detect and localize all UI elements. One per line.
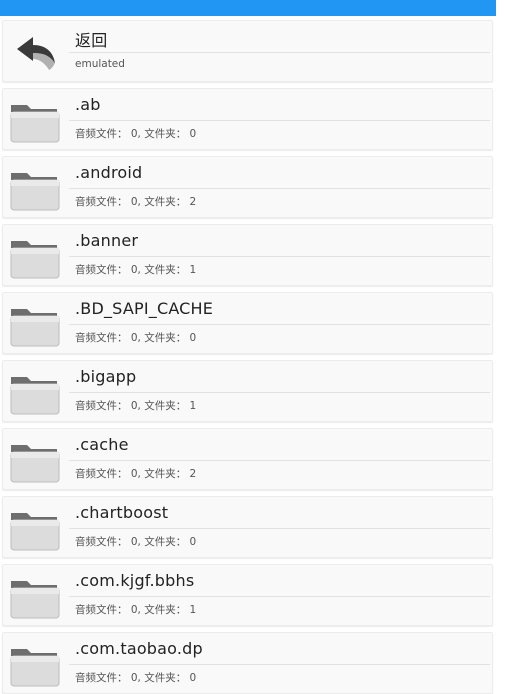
folder-name: .com.kjgf.bbhs <box>75 571 195 590</box>
folder-info: 音频文件： 0, 文件夹： 1 <box>75 400 197 412</box>
divider <box>69 188 490 189</box>
folder-list-item[interactable]: .com.taobao.dp 音频文件： 0, 文件夹： 0 <box>2 632 493 694</box>
folder-icon <box>9 99 61 143</box>
folder-icon <box>9 643 61 687</box>
folder-name: .cache <box>75 435 129 454</box>
divider <box>69 460 490 461</box>
folder-list-item[interactable]: .cache 音频文件： 0, 文件夹： 2 <box>2 428 493 490</box>
divider <box>69 120 490 121</box>
folder-name: .chartboost <box>75 503 169 522</box>
folder-info: 音频文件： 0, 文件夹： 2 <box>75 468 197 480</box>
divider <box>69 324 490 325</box>
back-arrow-icon <box>9 31 61 75</box>
current-path: emulated <box>75 58 125 70</box>
folder-list-item[interactable]: .bigapp 音频文件： 0, 文件夹： 1 <box>2 360 493 422</box>
folder-info: 音频文件： 0, 文件夹： 0 <box>75 332 197 344</box>
divider <box>69 528 490 529</box>
folder-list-item[interactable]: .ab 音频文件： 0, 文件夹： 0 <box>2 88 493 150</box>
folder-name: .banner <box>75 231 139 250</box>
divider <box>69 52 490 53</box>
folder-info: 音频文件： 0, 文件夹： 1 <box>75 264 197 276</box>
folder-name: .com.taobao.dp <box>75 639 203 658</box>
folder-name: .bigapp <box>75 367 137 386</box>
divider <box>69 664 490 665</box>
folder-info: 音频文件： 0, 文件夹： 0 <box>75 536 197 548</box>
divider <box>69 596 490 597</box>
divider <box>69 256 490 257</box>
folder-list-item[interactable]: .com.kjgf.bbhs 音频文件： 0, 文件夹： 1 <box>2 564 493 626</box>
folder-info: 音频文件： 0, 文件夹： 1 <box>75 604 197 616</box>
folder-icon <box>9 439 61 483</box>
folder-info: 音频文件： 0, 文件夹： 0 <box>75 128 197 140</box>
folder-list-item[interactable]: .chartboost 音频文件： 0, 文件夹： 0 <box>2 496 493 558</box>
folder-name: .ab <box>75 95 101 114</box>
folder-icon <box>9 235 61 279</box>
folder-icon <box>9 507 61 551</box>
top-app-bar <box>0 0 496 16</box>
folder-info: 音频文件： 0, 文件夹： 0 <box>75 672 197 684</box>
divider <box>69 392 490 393</box>
folder-info: 音频文件： 0, 文件夹： 2 <box>75 196 197 208</box>
folder-list-item[interactable]: .BD_SAPI_CACHE 音频文件： 0, 文件夹： 0 <box>2 292 493 354</box>
folder-name: .BD_SAPI_CACHE <box>75 299 214 318</box>
folder-list-item[interactable]: .android 音频文件： 0, 文件夹： 2 <box>2 156 493 218</box>
back-list-item[interactable]: 返回 emulated <box>2 20 493 82</box>
folder-list-item[interactable]: .banner 音频文件： 0, 文件夹： 1 <box>2 224 493 286</box>
folder-icon <box>9 167 61 211</box>
folder-name: .android <box>75 163 143 182</box>
folder-icon <box>9 371 61 415</box>
back-title: 返回 <box>75 31 108 50</box>
folder-icon <box>9 303 61 347</box>
folder-icon <box>9 575 61 619</box>
